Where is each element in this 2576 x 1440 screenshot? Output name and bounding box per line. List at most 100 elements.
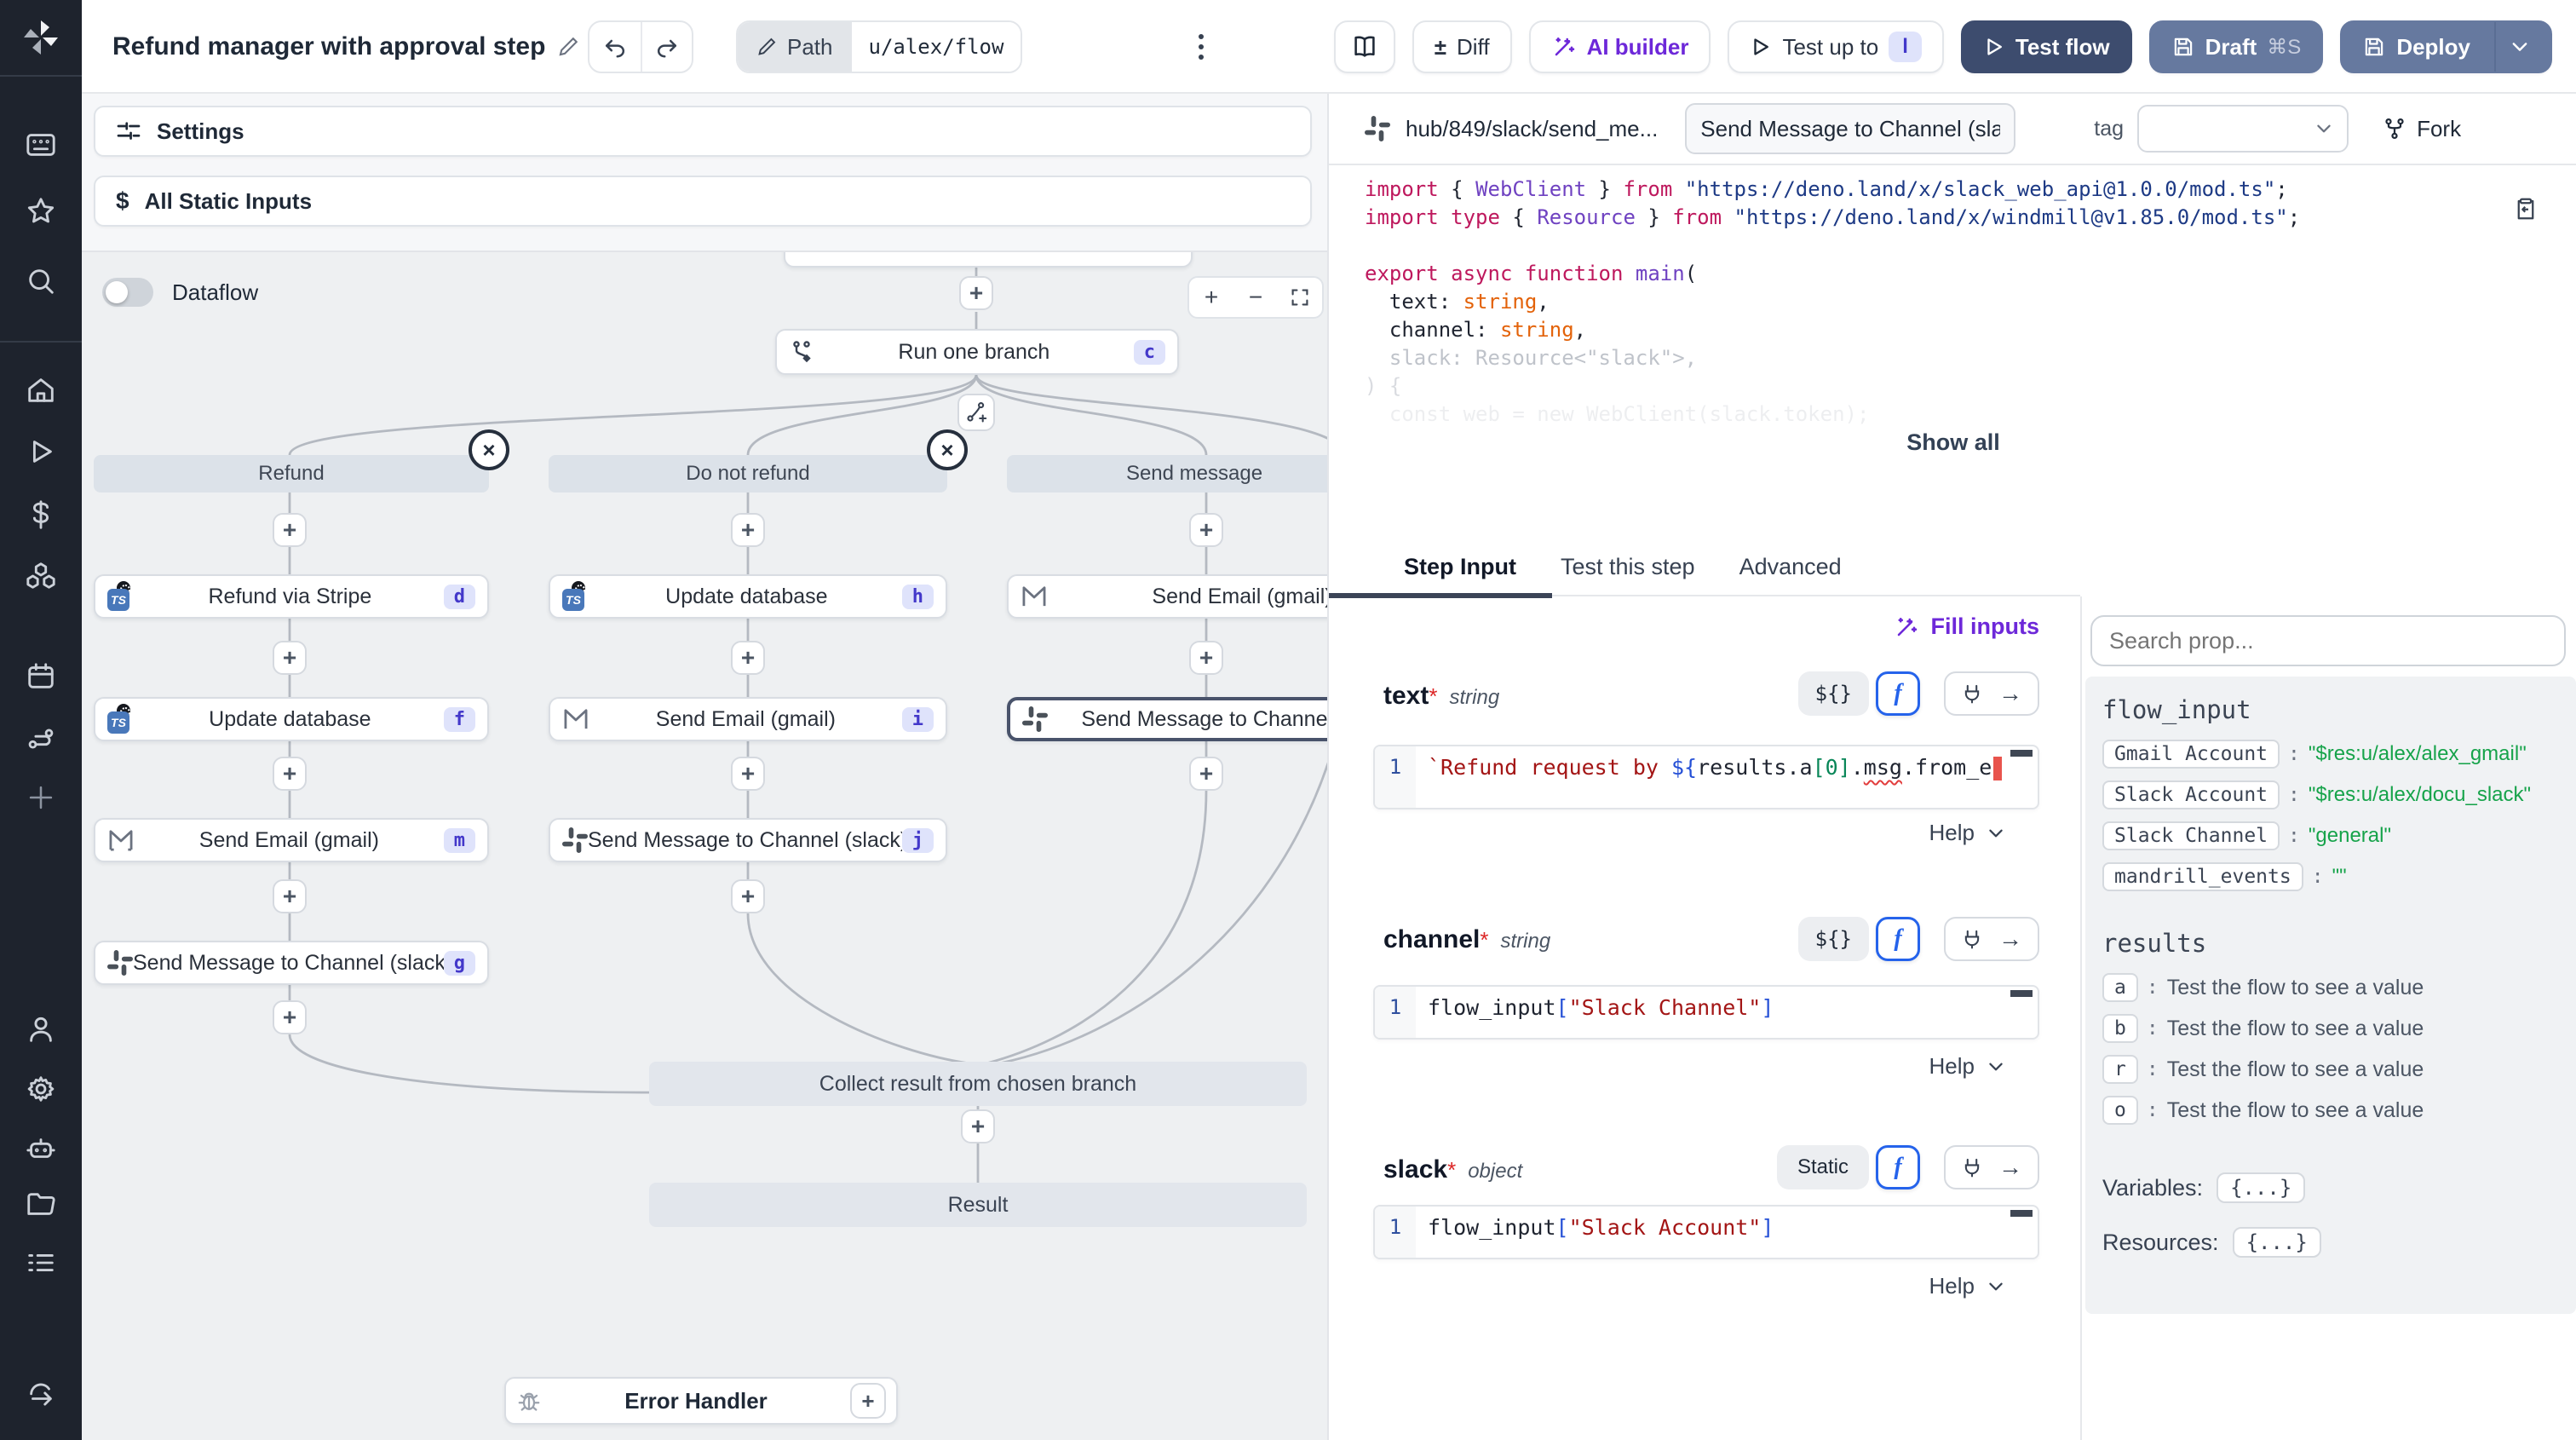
zoom-out-button[interactable]: − [1233,284,1278,311]
add-step-button[interactable]: + [959,276,993,310]
add-step-button[interactable]: + [731,513,765,547]
fill-inputs-button[interactable]: Fill inputs [1894,613,2040,640]
step-node-send-email-3[interactable]: Send Email (gmail) [1007,574,1327,619]
error-handler-node[interactable]: Error Handler + [504,1377,898,1425]
flow-canvas[interactable]: Dataflow + − + Run one branch c Refund D… [82,252,1327,1440]
search-prop-input[interactable] [2090,615,2566,666]
step-node-update-database[interactable]: TS Update database f [94,697,489,741]
docs-book-button[interactable] [1334,20,1395,73]
add-step-button[interactable]: + [1189,641,1223,675]
branch-header-send-message[interactable]: Send message [1007,455,1327,492]
delete-branch-button[interactable]: × [927,429,968,470]
step-node-update-database-2[interactable]: TS Update database h [549,574,947,619]
field-channel-editor[interactable]: 1 flow_input["Slack Channel"] [1373,985,2039,1040]
logout-icon[interactable] [20,1370,61,1411]
edit-pencil-icon[interactable] [557,36,579,58]
connect-input-group[interactable]: → [1944,1145,2039,1189]
resources-cubes-icon[interactable] [20,556,61,596]
static-mode-chip[interactable]: Static [1777,1145,1869,1189]
step-node-send-email[interactable]: Send Email (gmail) m [94,818,489,862]
step-node-send-email-2[interactable]: Send Email (gmail) i [549,697,947,741]
variables-dollar-icon[interactable] [20,494,61,535]
zoom-in-button[interactable]: + [1189,284,1233,311]
windmill-logo[interactable] [20,17,61,58]
add-step-button[interactable]: + [961,1109,995,1143]
template-expr-chip[interactable]: ${} [1798,917,1869,961]
add-step-button[interactable]: + [273,879,307,913]
runs-play-icon[interactable] [20,431,61,472]
ai-robot-icon[interactable] [20,1128,61,1169]
fit-view-button[interactable] [1278,287,1322,308]
javascript-editor-chip[interactable]: f [1876,917,1920,961]
add-step-button[interactable]: + [273,641,307,675]
user-icon[interactable] [20,1009,61,1050]
undo-button[interactable] [589,22,641,72]
variables-expand[interactable]: {...} [2217,1172,2305,1203]
flow-settings-card[interactable]: Settings [94,106,1312,157]
result-row[interactable]: r: Test the flow to see a value [2102,1055,2559,1084]
add-step-button[interactable]: + [1189,757,1223,791]
help-toggle[interactable]: Help [1929,1053,2005,1080]
flow-input-node-partial[interactable] [784,252,1193,268]
apps-icon[interactable] [20,124,61,165]
branch-header-refund[interactable]: Refund [94,455,489,492]
prop-row[interactable]: mandrill_events: "" [2102,862,2559,891]
schedules-calendar-icon[interactable] [20,656,61,697]
all-static-inputs-card[interactable]: $ All Static Inputs [94,176,1312,227]
step-node-send-message-slack-selected[interactable]: Send Message to Channel (slack) [1007,697,1327,741]
add-step-button[interactable]: + [731,641,765,675]
folders-icon[interactable] [20,1184,61,1225]
result-row[interactable]: a: Test the flow to see a value [2102,973,2559,1002]
path-edit-button[interactable]: Path [738,22,852,72]
add-step-button[interactable]: + [731,757,765,791]
add-step-button[interactable]: + [273,513,307,547]
branch-header-do-not-refund[interactable]: Do not refund [549,455,947,492]
javascript-editor-chip[interactable]: f [1876,1145,1920,1189]
settings-gear-icon[interactable] [20,1068,61,1109]
routes-icon[interactable] [20,719,61,760]
path-value[interactable]: u/alex/flow [852,22,1021,72]
field-slack-editor[interactable]: 1 flow_input["Slack Account"] [1373,1205,2039,1259]
result-key[interactable]: a [2102,973,2138,1002]
result-row[interactable]: b: Test the flow to see a value [2102,1014,2559,1043]
help-toggle[interactable]: Help [1929,1273,2005,1299]
prop-row[interactable]: Slack Account: "$res:u/alex/docu_slack" [2102,780,2559,809]
step-node-send-message-slack[interactable]: Send Message to Channel (slack) g [94,941,489,985]
deploy-button[interactable]: Deploy [2340,20,2552,73]
home-icon[interactable] [20,370,61,411]
add-error-handler-button[interactable]: + [850,1383,886,1419]
add-step-button[interactable]: + [273,1000,307,1034]
search-icon[interactable] [20,261,61,302]
result-key[interactable]: o [2102,1096,2138,1125]
template-expr-chip[interactable]: ${} [1798,671,1869,716]
dataflow-toggle[interactable] [102,278,153,307]
more-options-button[interactable] [1186,31,1216,65]
draft-button[interactable]: Draft ⌘S [2149,20,2324,73]
add-step-button[interactable]: + [1189,513,1223,547]
diff-button[interactable]: ± Diff [1412,20,1512,73]
add-branch-button[interactable] [957,394,995,431]
add-step-button[interactable]: + [273,757,307,791]
connect-input-group[interactable]: → [1944,917,2039,961]
prop-key[interactable]: Gmail Account [2102,740,2280,769]
ai-builder-button[interactable]: AI builder [1529,20,1711,73]
tab-step-input[interactable]: Step Input [1404,554,1516,595]
tab-test-this-step[interactable]: Test this step [1561,554,1695,595]
delete-branch-button[interactable]: × [469,429,509,470]
redo-button[interactable] [641,22,692,72]
javascript-editor-chip[interactable]: f [1876,671,1920,716]
run-one-branch-node[interactable]: Run one branch c [775,329,1179,375]
step-node-refund-via-stripe[interactable]: TS Refund via Stripe d [94,574,489,619]
fork-button[interactable]: Fork [2383,116,2461,142]
add-step-button[interactable]: + [731,879,765,913]
prop-key[interactable]: Slack Channel [2102,821,2280,850]
show-all-button[interactable]: Show all [1329,429,2576,456]
step-node-send-message-slack-2[interactable]: Send Message to Channel (slack) j [549,818,947,862]
resources-expand[interactable]: {...} [2233,1227,2321,1258]
collect-result-node[interactable]: Collect result from chosen branch [649,1062,1307,1106]
hub-script-path[interactable]: hub/849/slack/send_me... [1406,116,1658,142]
chevron-down-icon[interactable] [2510,37,2530,57]
tab-advanced[interactable]: Advanced [1739,554,1842,595]
prop-row[interactable]: Slack Channel: "general" [2102,821,2559,850]
prop-key[interactable]: Slack Account [2102,780,2280,809]
